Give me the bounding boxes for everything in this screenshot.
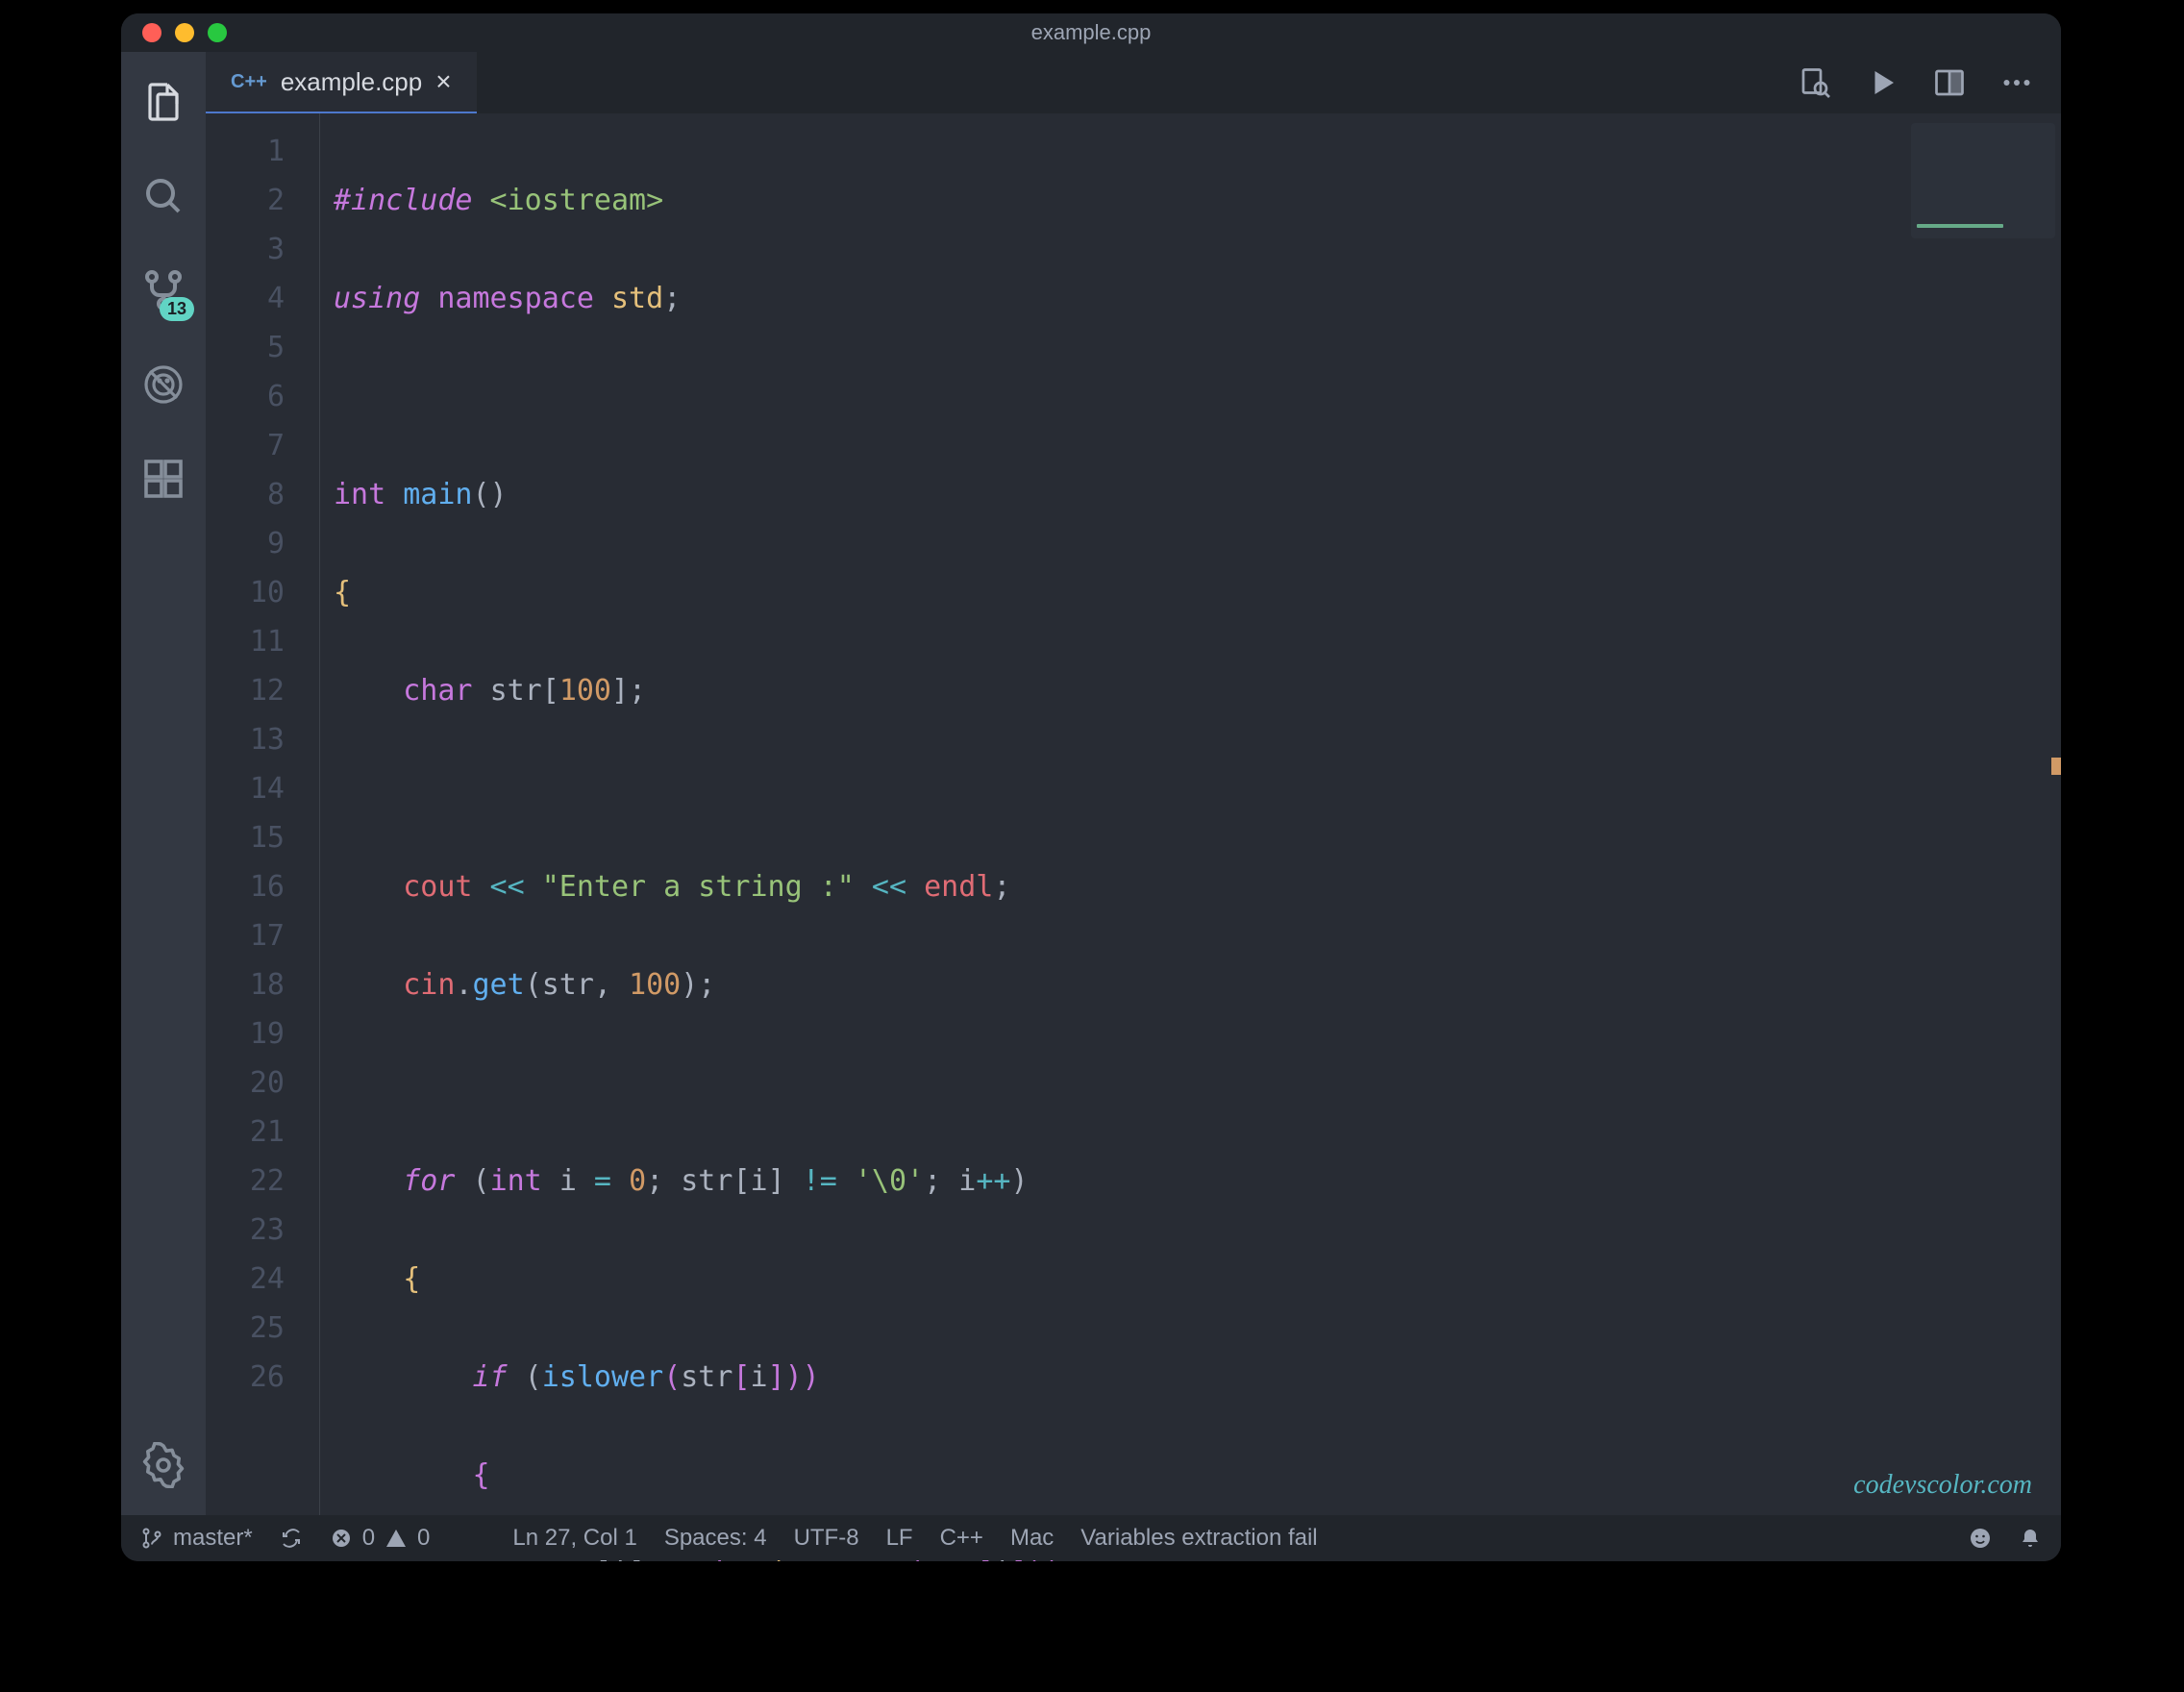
line-number: 3 <box>206 225 319 274</box>
line-number: 2 <box>206 176 319 225</box>
editor[interactable]: 1234567891011121314151617181920212223242… <box>206 113 2061 1515</box>
line-number: 7 <box>206 421 319 470</box>
tab-bar: C++ example.cpp × <box>206 52 2061 113</box>
window-body: 13 C++ example.cpp × <box>121 52 2061 1515</box>
split-editor-icon[interactable] <box>1932 65 1967 100</box>
close-window-button[interactable] <box>142 23 161 42</box>
run-icon[interactable] <box>1865 65 1899 100</box>
branch-name: master* <box>173 1525 253 1552</box>
editor-group: C++ example.cpp × <box>206 52 2061 1515</box>
line-number: 19 <box>206 1009 319 1058</box>
source-control-badge: 13 <box>160 297 194 321</box>
explorer-icon[interactable] <box>140 79 186 125</box>
find-in-file-icon[interactable] <box>1798 65 1832 100</box>
tab-language-badge: C++ <box>231 71 267 93</box>
line-number: 18 <box>206 960 319 1009</box>
line-number: 6 <box>206 372 319 421</box>
status-branch[interactable]: master* <box>140 1525 253 1552</box>
line-number: 21 <box>206 1107 319 1157</box>
line-number: 23 <box>206 1206 319 1255</box>
line-number: 15 <box>206 813 319 862</box>
line-number: 26 <box>206 1353 319 1402</box>
extensions-icon[interactable] <box>140 456 186 502</box>
line-number: 10 <box>206 568 319 617</box>
line-number: 9 <box>206 519 319 568</box>
line-number: 13 <box>206 715 319 764</box>
line-number: 5 <box>206 323 319 372</box>
settings-gear-icon[interactable] <box>140 1442 186 1488</box>
line-number: 12 <box>206 666 319 715</box>
source-control-icon[interactable]: 13 <box>140 267 186 313</box>
window-title: example.cpp <box>1031 20 1152 45</box>
line-number: 4 <box>206 274 319 323</box>
titlebar[interactable]: example.cpp <box>121 13 2061 52</box>
tab-example-cpp[interactable]: C++ example.cpp × <box>206 52 477 113</box>
line-number: 14 <box>206 764 319 813</box>
more-actions-icon[interactable] <box>1999 65 2034 100</box>
watermark: codevscolor.com <box>1853 1460 2032 1509</box>
code-area[interactable]: #include <iostream> using namespace std;… <box>319 113 2061 1515</box>
line-number: 24 <box>206 1255 319 1304</box>
editor-actions <box>1798 52 2061 113</box>
line-number: 8 <box>206 470 319 519</box>
debug-disabled-icon[interactable] <box>140 361 186 408</box>
scrollbar-marker <box>2051 758 2061 775</box>
tab-filename: example.cpp <box>281 67 422 97</box>
line-number: 17 <box>206 911 319 960</box>
line-number: 25 <box>206 1304 319 1353</box>
minimize-window-button[interactable] <box>175 23 194 42</box>
traffic-lights <box>142 23 227 42</box>
close-tab-icon[interactable]: × <box>435 66 451 97</box>
line-number: 20 <box>206 1058 319 1107</box>
maximize-window-button[interactable] <box>208 23 227 42</box>
minimap[interactable] <box>1911 123 2055 238</box>
vscode-window: example.cpp 13 <box>121 13 2061 1561</box>
line-number: 22 <box>206 1157 319 1206</box>
line-number: 16 <box>206 862 319 911</box>
line-number: 11 <box>206 617 319 666</box>
line-number: 1 <box>206 127 319 176</box>
activity-bar: 13 <box>121 52 206 1515</box>
search-icon[interactable] <box>140 173 186 219</box>
status-sync-icon[interactable] <box>280 1527 303 1550</box>
line-number-gutter: 1234567891011121314151617181920212223242… <box>206 113 319 1515</box>
